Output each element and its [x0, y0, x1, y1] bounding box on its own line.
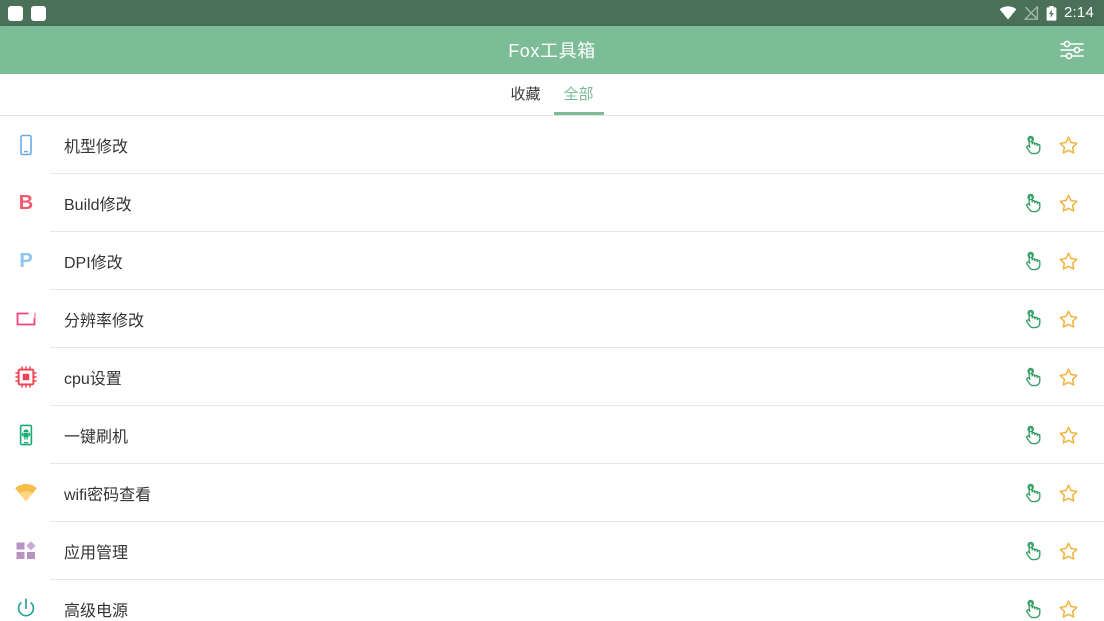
list-item[interactable]: 高级电源 — [0, 580, 1104, 621]
app-bar: Fox工具箱 — [0, 26, 1104, 74]
notification-square-icon — [8, 5, 23, 21]
star-outline-icon[interactable] — [1056, 191, 1080, 215]
cpu-chip-icon — [14, 365, 38, 389]
star-outline-icon[interactable] — [1056, 481, 1080, 505]
list-item-label: wifi密码查看 — [64, 487, 152, 504]
list-item-label: 机型修改 — [64, 139, 129, 156]
letter-p-icon: P — [19, 250, 33, 272]
tab-all[interactable]: 全部 — [553, 83, 605, 115]
touch-hand-icon[interactable] — [1020, 249, 1044, 273]
list-item[interactable]: cpu设置 — [0, 348, 1104, 406]
list-item-label: 一键刷机 — [64, 429, 129, 446]
star-outline-icon[interactable] — [1056, 307, 1080, 331]
list-item-label: 分辨率修改 — [64, 313, 145, 330]
phone-android-icon — [14, 423, 38, 447]
list-item[interactable]: wifi密码查看 — [0, 464, 1104, 522]
star-outline-icon[interactable] — [1056, 423, 1080, 447]
list-item-label: 应用管理 — [64, 545, 129, 562]
list-item-label: cpu设置 — [64, 371, 122, 388]
list-item-actions — [1020, 481, 1080, 505]
touch-hand-icon[interactable] — [1020, 133, 1044, 157]
touch-hand-icon[interactable] — [1020, 597, 1044, 621]
star-outline-icon[interactable] — [1056, 133, 1080, 157]
touch-hand-icon[interactable] — [1020, 481, 1044, 505]
wifi-icon — [999, 6, 1017, 20]
list-item-label: Build修改 — [64, 197, 132, 214]
touch-hand-icon[interactable] — [1020, 191, 1044, 215]
star-outline-icon[interactable] — [1056, 365, 1080, 389]
signal-off-icon — [1024, 6, 1039, 20]
status-notification-icons — [8, 5, 46, 21]
star-outline-icon[interactable] — [1056, 597, 1080, 621]
star-outline-icon[interactable] — [1056, 539, 1080, 563]
touch-hand-icon[interactable] — [1020, 539, 1044, 563]
apps-grid-icon — [14, 539, 38, 563]
power-icon — [14, 597, 38, 621]
list-item-actions — [1020, 307, 1080, 331]
list-item[interactable]: P DPI修改 — [0, 232, 1104, 290]
list-item[interactable]: 机型修改 — [0, 116, 1104, 174]
list-item-actions — [1020, 423, 1080, 447]
letter-b-icon: B — [18, 192, 34, 214]
tune-sliders-icon[interactable] — [1052, 30, 1092, 70]
list-item-label: DPI修改 — [64, 255, 123, 272]
touch-hand-icon[interactable] — [1020, 307, 1044, 331]
crop-rectangle-icon — [14, 307, 38, 331]
star-outline-icon[interactable] — [1056, 249, 1080, 273]
list-item[interactable]: 一键刷机 — [0, 406, 1104, 464]
tool-list: 机型修改 B Build修改 P DPI修改 分辨率修改 cpu设置 一键刷机 … — [0, 116, 1104, 621]
list-item-actions — [1020, 365, 1080, 389]
touch-hand-icon[interactable] — [1020, 365, 1044, 389]
list-item[interactable]: 应用管理 — [0, 522, 1104, 580]
phone-outline-icon — [14, 133, 38, 157]
list-item-actions — [1020, 249, 1080, 273]
list-item-actions — [1020, 191, 1080, 215]
notification-square-icon — [31, 5, 46, 21]
tab-bar: 收藏 全部 — [0, 74, 1104, 116]
tab-favorites[interactable]: 收藏 — [500, 83, 552, 115]
wifi-filled-icon — [14, 481, 38, 505]
page-title: Fox工具箱 — [508, 41, 596, 61]
status-system-icons: 2:14 — [999, 0, 1094, 26]
list-item-actions — [1020, 539, 1080, 563]
list-item-actions — [1020, 597, 1080, 621]
list-item-actions — [1020, 133, 1080, 157]
list-item-label: 高级电源 — [64, 603, 129, 620]
status-bar: 2:14 — [0, 0, 1104, 26]
touch-hand-icon[interactable] — [1020, 423, 1044, 447]
list-item[interactable]: 分辨率修改 — [0, 290, 1104, 348]
status-clock: 2:14 — [1064, 4, 1094, 21]
battery-charging-icon — [1046, 5, 1057, 21]
list-item[interactable]: B Build修改 — [0, 174, 1104, 232]
